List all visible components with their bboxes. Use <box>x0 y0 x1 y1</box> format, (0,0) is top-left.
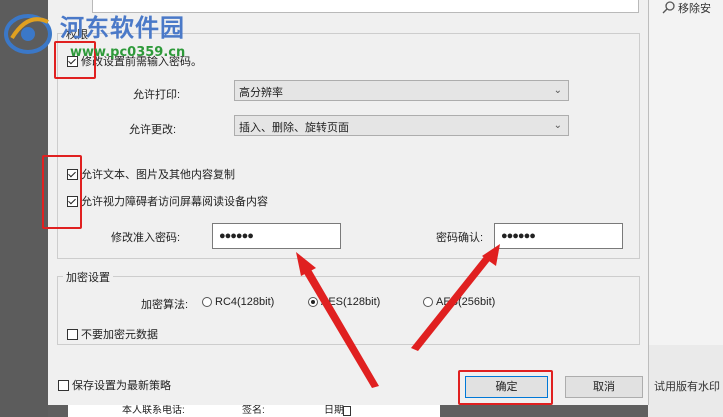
annotation-arrows <box>296 244 500 388</box>
arrow-icon <box>411 244 500 351</box>
watermark-title: 河东软件园 <box>60 13 185 42</box>
logo-icon <box>2 8 54 59</box>
watermark-url: www.pc0359.cn <box>70 45 186 60</box>
arrow-icon <box>296 252 379 388</box>
